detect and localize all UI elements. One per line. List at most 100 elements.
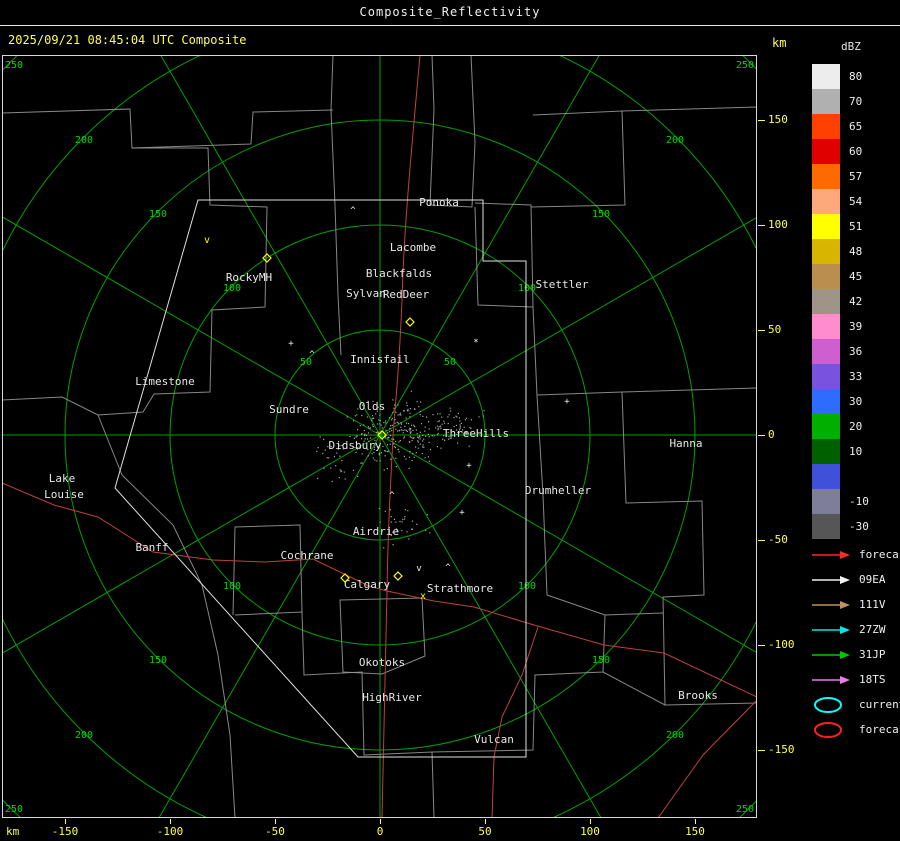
legend-label: 09EA	[859, 573, 886, 586]
legend-arrow-icon	[812, 550, 850, 559]
echo-dot	[372, 417, 375, 419]
echo-dot	[405, 417, 407, 419]
city-label: Vulcan	[474, 733, 514, 746]
bottom-axis-tick	[170, 819, 171, 824]
echo-dot	[386, 432, 388, 434]
timestamp-label: 2025/09/21 08:45:04 UTC Composite	[8, 33, 247, 47]
echo-dot	[390, 521, 392, 523]
colorbar-row: 65	[812, 114, 869, 139]
echo-dot	[429, 532, 431, 534]
legend-row: forecast	[810, 542, 900, 567]
echo-dot	[404, 518, 406, 520]
echo-dot	[457, 412, 459, 414]
white-marker: ^	[350, 206, 356, 216]
echo-dot	[398, 451, 400, 453]
echo-dot	[361, 453, 363, 455]
colorbar-value-label: 10	[849, 445, 863, 458]
colorbar-swatch	[812, 289, 840, 314]
city-label: Limestone	[135, 375, 195, 388]
echo-dot	[390, 458, 392, 460]
legend-arrow-icon	[812, 575, 850, 584]
colorbar-swatch	[812, 439, 840, 464]
echo-dot	[422, 415, 424, 417]
echo-dot	[417, 447, 419, 449]
arrow-head	[840, 575, 850, 584]
colorbar-value-label: -10	[849, 495, 869, 508]
echo-dot	[428, 441, 430, 443]
echo-dot	[391, 424, 393, 426]
highway-line	[657, 699, 758, 819]
echo-dot	[372, 415, 374, 417]
echo-dot	[409, 432, 412, 434]
echo-dot	[359, 425, 361, 427]
echo-dot	[414, 408, 416, 410]
echo-dot	[410, 428, 412, 430]
bottom-axis-tick-label: 100	[580, 825, 600, 838]
echo-dot	[384, 455, 386, 457]
echo-dot	[389, 427, 391, 430]
city-label: ThreeHills	[443, 427, 509, 440]
legend-label: forecast	[859, 723, 900, 736]
city-label: HighRiver	[362, 691, 422, 704]
echo-dot	[413, 424, 415, 426]
colorbar-row	[812, 464, 869, 489]
colorbar-row: 70	[812, 89, 869, 114]
ring-distance-label: 100	[223, 283, 241, 294]
colorbar-value-label: 45	[849, 270, 863, 283]
colorbar-value-label: 48	[849, 245, 863, 258]
echo-dot	[410, 390, 412, 392]
colorbar-value-label: -30	[849, 520, 869, 533]
echo-dot	[392, 399, 394, 401]
ring-distance-label: 200	[666, 135, 684, 146]
echo-dot	[364, 433, 366, 435]
colorbar-row: -30	[812, 514, 869, 539]
echo-dot	[419, 414, 421, 416]
ring-distance-label: 250	[736, 60, 754, 71]
arrow-head	[840, 625, 850, 634]
bottom-axis-tick	[590, 819, 591, 824]
city-label: Brooks	[678, 689, 718, 702]
right-axis-tick-label: 0	[768, 428, 775, 441]
white-marker: ^	[389, 491, 395, 501]
echo-dot	[412, 437, 414, 439]
echo-dot	[406, 410, 409, 412]
echo-dot	[414, 426, 416, 428]
county-boundary	[1, 108, 334, 149]
echo-dot	[428, 421, 430, 423]
white-marker: +	[288, 339, 294, 349]
echo-dot	[380, 452, 383, 454]
bottom-axis-tick-label: -100	[156, 825, 184, 838]
right-axis-tick-label: 50	[768, 323, 782, 336]
echo-dot	[422, 440, 424, 442]
echo-dot	[386, 468, 388, 470]
colorbar-row: 48	[812, 239, 869, 264]
echo-dot	[403, 436, 406, 438]
right-axis-tick	[758, 645, 765, 646]
echo-dot	[360, 462, 362, 464]
ring-distance-label: 100	[223, 581, 241, 592]
right-axis-tick	[758, 540, 765, 541]
echo-dot	[395, 466, 397, 468]
ring-distance-label: 50	[444, 357, 456, 368]
colorbar-title: dBZ	[841, 40, 861, 53]
echo-dot	[438, 426, 440, 428]
echo-dot	[438, 420, 440, 422]
echo-dot	[437, 432, 439, 435]
echo-dot	[419, 438, 421, 440]
echo-dot	[404, 429, 406, 431]
echo-dot	[478, 416, 480, 418]
echo-dot	[411, 459, 413, 462]
echo-dot	[349, 436, 351, 438]
echo-dot	[397, 404, 399, 406]
bottom-axis-tick	[65, 819, 66, 824]
echo-dot	[374, 459, 376, 461]
dbz-colorbar: 80 70 65 60 57 54 51 48 45 42 39 36 33 30 20 10 -10 -30	[812, 64, 869, 539]
echo-dot	[459, 420, 461, 422]
echo-dot	[437, 421, 439, 423]
ring-distance-label: 250	[5, 804, 23, 815]
echo-dot	[400, 426, 402, 428]
echo-dot	[391, 419, 393, 421]
echo-dot	[408, 538, 410, 540]
echo-dot	[379, 521, 381, 523]
echo-dot	[411, 528, 413, 530]
